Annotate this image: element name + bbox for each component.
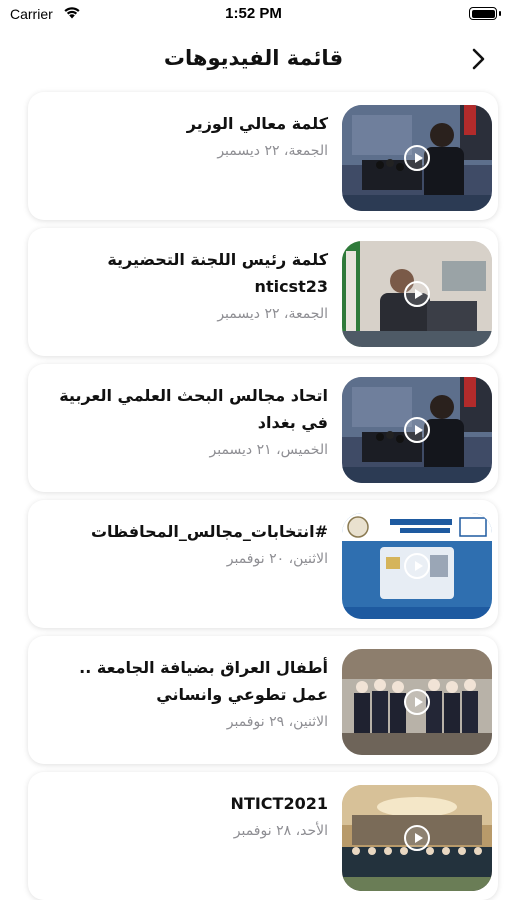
video-date: الخميس، ٢١ ديسمبر bbox=[209, 442, 329, 458]
video-card[interactable]: كلمة معالي الوزير الجمعة، ٢٢ ديسمبر bbox=[28, 92, 498, 220]
video-title: أطفال العراق بضيافة الجامعة .. عمل تطوعي… bbox=[79, 658, 328, 704]
video-date: الجمعة، ٢٢ ديسمبر bbox=[217, 143, 328, 159]
video-info: كلمة معالي الوزير الجمعة، ٢٢ ديسمبر bbox=[38, 110, 328, 159]
video-thumbnail[interactable] bbox=[342, 649, 492, 755]
video-thumbnail[interactable] bbox=[342, 513, 492, 619]
play-icon[interactable] bbox=[404, 145, 430, 171]
video-card[interactable]: كلمة رئيس اللجنة التحضيرية nticst23 الجم… bbox=[28, 228, 498, 356]
video-card[interactable]: أطفال العراق بضيافة الجامعة .. عمل تطوعي… bbox=[28, 636, 498, 764]
video-date: الاثنين، ٢٠ نوفمبر bbox=[226, 551, 328, 567]
video-title: كلمة رئيس اللجنة التحضيرية nticst23 bbox=[107, 250, 328, 296]
video-thumbnail[interactable] bbox=[342, 241, 492, 347]
video-info: NTICT2021 الأحد، ٢٨ نوفمبر bbox=[38, 790, 328, 839]
video-info: أطفال العراق بضيافة الجامعة .. عمل تطوعي… bbox=[38, 654, 328, 730]
play-icon[interactable] bbox=[404, 417, 430, 443]
video-thumbnail[interactable] bbox=[342, 377, 492, 483]
navigation-bar: قائمة الفيديوهات bbox=[0, 30, 507, 92]
battery-icon bbox=[469, 7, 497, 20]
video-date: الجمعة، ٢٢ ديسمبر bbox=[217, 306, 328, 322]
status-time: 1:52 PM bbox=[225, 5, 282, 22]
video-info: اتحاد مجالس البحث العلمي العربية في بغدا… bbox=[38, 382, 328, 458]
play-icon[interactable] bbox=[404, 281, 430, 307]
play-icon[interactable] bbox=[404, 553, 430, 579]
video-title: NTICT2021 bbox=[230, 794, 328, 813]
video-card[interactable]: NTICT2021 الأحد، ٢٨ نوفمبر bbox=[28, 772, 498, 900]
video-thumbnail[interactable] bbox=[342, 105, 492, 211]
video-info: كلمة رئيس اللجنة التحضيرية nticst23 الجم… bbox=[38, 246, 328, 322]
video-thumbnail[interactable] bbox=[342, 785, 492, 891]
video-date: الأحد، ٢٨ نوفمبر bbox=[233, 823, 328, 839]
chevron-right-icon[interactable] bbox=[463, 44, 493, 74]
status-bar: Carrier 1:52 PM bbox=[0, 0, 507, 30]
video-title: اتحاد مجالس البحث العلمي العربية في بغدا… bbox=[59, 386, 328, 432]
page-title: قائمة الفيديوهات bbox=[163, 46, 344, 70]
video-card[interactable]: #انتخابات_مجالس_المحافظات الاثنين، ٢٠ نو… bbox=[28, 500, 498, 628]
video-title: #انتخابات_مجالس_المحافظات bbox=[90, 522, 328, 541]
battery-tip bbox=[499, 11, 501, 16]
play-icon[interactable] bbox=[404, 825, 430, 851]
video-title: كلمة معالي الوزير bbox=[186, 114, 328, 133]
video-date: الاثنين، ٢٩ نوفمبر bbox=[226, 714, 328, 730]
play-icon[interactable] bbox=[404, 689, 430, 715]
video-info: #انتخابات_مجالس_المحافظات الاثنين، ٢٠ نو… bbox=[38, 518, 328, 567]
video-card[interactable]: اتحاد مجالس البحث العلمي العربية في بغدا… bbox=[28, 364, 498, 492]
